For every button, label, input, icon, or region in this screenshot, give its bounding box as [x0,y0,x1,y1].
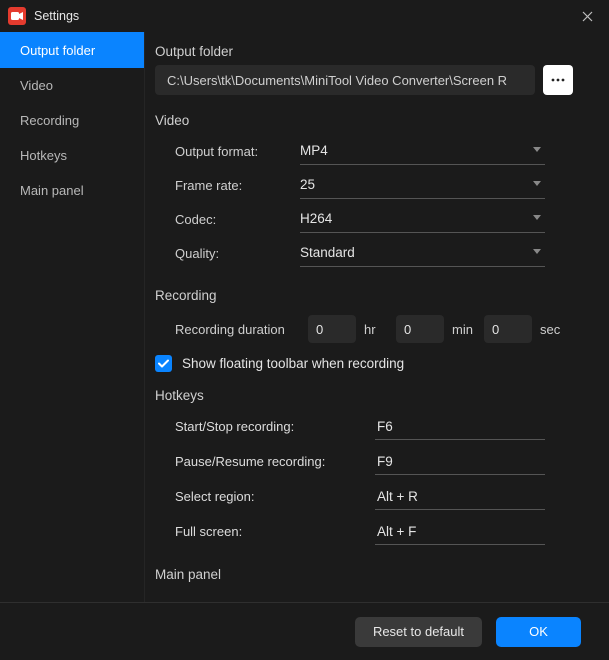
sidebar-item-video[interactable]: Video [0,68,144,103]
row-codec: Codec: H264 [175,202,581,236]
section-title-output-folder: Output folder [155,44,581,59]
quality-select[interactable]: Standard [300,239,545,267]
duration-min-input[interactable] [396,315,444,343]
recording-duration-row: Recording duration hr min sec [175,309,581,349]
quality-value: Standard [300,245,355,260]
show-toolbar-label: Show floating toolbar when recording [182,356,404,371]
chevron-down-icon [533,147,541,152]
sidebar-item-label: Recording [20,113,79,128]
row-framerate: Frame rate: 25 [175,168,581,202]
pause-recording-hotkey[interactable] [375,449,545,475]
codec-select[interactable]: H264 [300,205,545,233]
sidebar-item-label: Video [20,78,53,93]
hr-unit: hr [364,322,388,337]
reset-button[interactable]: Reset to default [355,617,482,647]
sidebar-item-label: Output folder [20,43,95,58]
duration-sec-input[interactable] [484,315,532,343]
section-title-main-panel: Main panel [155,567,581,582]
output-folder-row [155,65,581,95]
full-screen-label: Full screen: [175,524,375,539]
sidebar-item-label: Main panel [20,183,84,198]
framerate-select[interactable]: 25 [300,171,545,199]
output-format-value: MP4 [300,143,328,158]
window-title: Settings [34,9,571,23]
show-toolbar-row: Show floating toolbar when recording [155,355,581,372]
show-toolbar-checkbox[interactable] [155,355,172,372]
content: Output folder Video Output format: MP4 F… [145,32,609,602]
framerate-label: Frame rate: [175,178,300,193]
close-button[interactable] [571,0,603,32]
select-region-hotkey[interactable] [375,484,545,510]
start-recording-hotkey[interactable] [375,414,545,440]
sidebar-item-hotkeys[interactable]: Hotkeys [0,138,144,173]
full-screen-hotkey[interactable] [375,519,545,545]
start-recording-label: Start/Stop recording: [175,419,375,434]
check-icon [158,359,169,368]
sidebar-item-output-folder[interactable]: Output folder [0,32,144,68]
pause-recording-label: Pause/Resume recording: [175,454,375,469]
row-output-format: Output format: MP4 [175,134,581,168]
sidebar-item-label: Hotkeys [20,148,67,163]
row-pause-recording: Pause/Resume recording: [175,444,581,479]
output-folder-input[interactable] [155,65,535,95]
sec-unit: sec [540,322,564,337]
framerate-value: 25 [300,177,315,192]
settings-window: Settings Output folder Video Recording H… [0,0,609,660]
output-format-select[interactable]: MP4 [300,137,545,165]
browse-button[interactable] [543,65,573,95]
section-title-recording: Recording [155,288,581,303]
chevron-down-icon [533,249,541,254]
output-format-label: Output format: [175,144,300,159]
sidebar-item-recording[interactable]: Recording [0,103,144,138]
row-select-region: Select region: [175,479,581,514]
footer: Reset to default OK [0,602,609,660]
section-title-video: Video [155,113,581,128]
recording-duration-label: Recording duration [175,322,300,337]
select-region-label: Select region: [175,489,375,504]
body: Output folder Video Recording Hotkeys Ma… [0,32,609,602]
chevron-down-icon [533,215,541,220]
titlebar: Settings [0,0,609,32]
row-quality: Quality: Standard [175,236,581,270]
ok-button[interactable]: OK [496,617,581,647]
close-icon [582,11,593,22]
quality-label: Quality: [175,246,300,261]
sidebar-item-main-panel[interactable]: Main panel [0,173,144,208]
chevron-down-icon [533,181,541,186]
app-icon [8,7,26,25]
row-start-recording: Start/Stop recording: [175,409,581,444]
min-unit: min [452,322,476,337]
codec-value: H264 [300,211,332,226]
sidebar: Output folder Video Recording Hotkeys Ma… [0,32,145,602]
codec-label: Codec: [175,212,300,227]
ellipsis-icon [551,77,565,83]
section-title-hotkeys: Hotkeys [155,388,581,403]
row-full-screen: Full screen: [175,514,581,549]
duration-hr-input[interactable] [308,315,356,343]
